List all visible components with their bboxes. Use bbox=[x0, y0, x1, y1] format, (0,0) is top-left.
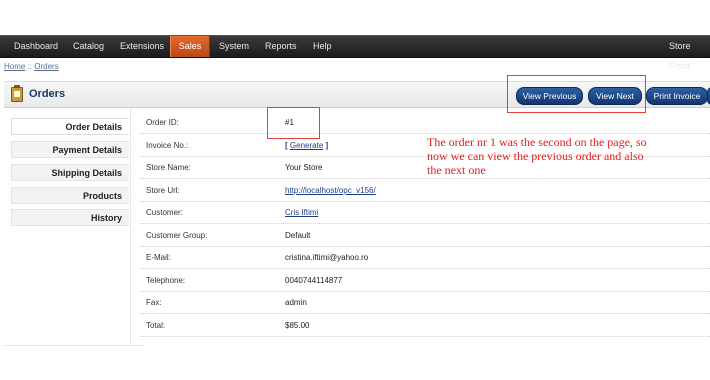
total-value: $85.00 bbox=[285, 321, 310, 330]
breadcrumb-home[interactable]: Home bbox=[4, 62, 25, 71]
customer-link[interactable]: Cris Iftimi bbox=[285, 208, 318, 217]
tab-payment-details[interactable]: Payment Details bbox=[11, 141, 129, 158]
row-divider bbox=[140, 313, 710, 314]
row-store-url: Store Url: http://localhost/opc_v156/ bbox=[140, 180, 710, 202]
row-divider bbox=[140, 223, 710, 224]
row-customer-group: Customer Group: Default bbox=[140, 225, 710, 247]
invoice-bracket-close: ] bbox=[325, 141, 329, 150]
breadcrumb-orders[interactable]: Orders bbox=[34, 62, 58, 71]
nav-store-front[interactable]: Store Front bbox=[669, 36, 710, 71]
invoice-bracket-open: [ bbox=[285, 141, 288, 150]
customer-value: Cris Iftimi bbox=[285, 208, 318, 217]
highlight-box-nav-buttons bbox=[507, 75, 646, 113]
store-url-link[interactable]: http://localhost/opc_v156/ bbox=[285, 186, 376, 195]
nav-help[interactable]: Help bbox=[313, 36, 332, 57]
content-divider bbox=[130, 106, 131, 346]
invoice-label: Invoice No.: bbox=[146, 141, 189, 150]
nav-reports[interactable]: Reports bbox=[265, 36, 297, 57]
row-customer: Customer: Cris Iftimi bbox=[140, 202, 710, 224]
total-label: Total: bbox=[146, 321, 166, 330]
email-label: E-Mail: bbox=[146, 253, 171, 262]
generate-invoice-link[interactable]: Generate bbox=[290, 141, 323, 150]
store-name-label: Store Name: bbox=[146, 163, 191, 172]
fax-value: admin bbox=[285, 298, 307, 307]
page-title: Orders bbox=[29, 88, 66, 100]
breadcrumb-separator: :: bbox=[27, 62, 33, 71]
customer-group-label: Customer Group: bbox=[146, 231, 208, 240]
row-email: E-Mail: cristina.iftimi@yahoo.ro bbox=[140, 247, 710, 269]
fax-label: Fax: bbox=[146, 298, 162, 307]
top-nav-bar: Dashboard Catalog Extensions Sales Syste… bbox=[0, 35, 710, 71]
nav-extensions[interactable]: Extensions bbox=[120, 36, 164, 57]
row-divider bbox=[140, 178, 710, 179]
email-value: cristina.iftimi@yahoo.ro bbox=[285, 253, 369, 262]
row-order-id: Order ID: #1 bbox=[140, 112, 710, 134]
tab-products[interactable]: Products bbox=[11, 187, 129, 204]
print-invoice-button[interactable]: Print Invoice bbox=[646, 87, 708, 105]
tab-history[interactable]: History bbox=[11, 209, 129, 226]
footer-divider bbox=[4, 345, 144, 346]
row-telephone: Telephone: 0040744114877 bbox=[140, 270, 710, 292]
nav-catalog[interactable]: Catalog bbox=[73, 36, 104, 57]
store-url-label: Store Url: bbox=[146, 186, 180, 195]
telephone-value: 0040744114877 bbox=[285, 276, 343, 285]
row-divider bbox=[140, 268, 710, 269]
store-name-value: Your Store bbox=[285, 163, 323, 172]
row-divider bbox=[140, 133, 710, 134]
order-id-label: Order ID: bbox=[146, 118, 179, 127]
nav-system[interactable]: System bbox=[219, 36, 249, 57]
nav-sales[interactable]: Sales bbox=[170, 36, 210, 57]
store-url-value: http://localhost/opc_v156/ bbox=[285, 186, 376, 195]
tab-order-details[interactable]: Order Details bbox=[11, 118, 129, 135]
invoice-value: [ Generate ] bbox=[285, 141, 328, 150]
row-total: Total: $85.00 bbox=[140, 315, 710, 337]
customer-group-value: Default bbox=[285, 231, 311, 240]
nav-dashboard[interactable]: Dashboard bbox=[14, 36, 58, 57]
highlight-box-order-id bbox=[267, 107, 320, 139]
telephone-label: Telephone: bbox=[146, 276, 186, 285]
breadcrumb: Home :: Orders bbox=[4, 62, 59, 71]
customer-label: Customer: bbox=[146, 208, 183, 217]
row-divider bbox=[140, 336, 710, 337]
tab-shipping-details[interactable]: Shipping Details bbox=[11, 164, 129, 181]
row-fax: Fax: admin bbox=[140, 292, 710, 314]
annotation-note: The order nr 1 was the second on the pag… bbox=[427, 135, 647, 177]
clipboard-icon bbox=[11, 85, 23, 102]
